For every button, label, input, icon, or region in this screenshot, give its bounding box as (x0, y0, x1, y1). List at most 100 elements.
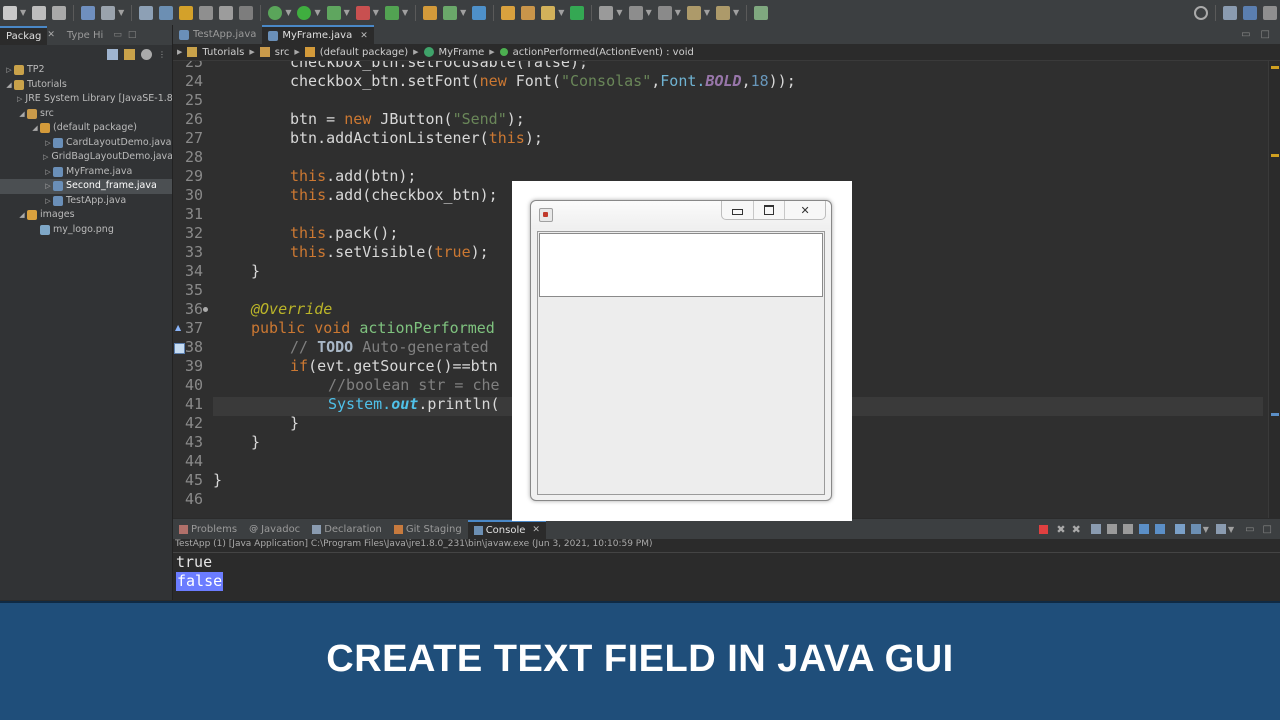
java-perspective-icon[interactable] (1243, 5, 1257, 20)
tree-item[interactable]: ▷ CardLayoutDemo.java (0, 136, 172, 151)
open-perspective-icon[interactable] (1223, 5, 1237, 20)
pin-console-icon[interactable] (1174, 524, 1185, 534)
tab-type-hierarchy[interactable]: Type Hi (61, 27, 109, 44)
tab-myframe[interactable]: MyFrame.java ✕ (262, 25, 374, 44)
external-tools-dropdown-icon[interactable]: ▼ (373, 8, 379, 17)
maximize-icon[interactable]: □ (128, 30, 137, 40)
forward-icon[interactable] (716, 5, 731, 20)
collapsed-arrow-icon[interactable]: ▷ (43, 150, 48, 165)
new-icon[interactable] (3, 5, 17, 20)
open-console-dropdown-icon[interactable]: ▼ (1228, 525, 1234, 534)
minimize-icon[interactable]: ▭ (1241, 29, 1250, 40)
breadcrumb-method[interactable]: actionPerformed(ActionEvent) : void (513, 47, 694, 58)
external-tools-icon[interactable] (355, 5, 370, 20)
tab-problems[interactable]: Problems (173, 521, 243, 538)
previous-annotation-icon[interactable] (628, 5, 643, 20)
previous-annotation-dropdown-icon[interactable]: ▼ (646, 8, 652, 17)
highlight-icon[interactable] (179, 5, 194, 20)
new-class-dropdown-icon[interactable]: ▼ (460, 8, 466, 17)
open-console-icon[interactable] (1215, 524, 1226, 534)
expanded-arrow-icon[interactable]: ◢ (30, 121, 40, 136)
tree-item[interactable]: ▷ TestApp.java (0, 194, 172, 209)
tab-git-staging[interactable]: Git Staging (388, 521, 468, 538)
back-dropdown-icon[interactable]: ▼ (704, 8, 710, 17)
tree-item[interactable]: ◢ (default package) (0, 121, 172, 136)
minimize-icon[interactable]: ▭ (1245, 524, 1254, 535)
display-console-icon[interactable] (1190, 524, 1201, 534)
editor-scrollbar[interactable] (1268, 61, 1280, 518)
debug-perspective-icon[interactable] (1263, 5, 1277, 20)
remove-launch-icon[interactable]: ✖ (1056, 523, 1065, 536)
tree-item[interactable]: my_logo.png (0, 223, 172, 238)
task-marker-icon[interactable] (174, 343, 185, 354)
open-type-icon[interactable] (472, 5, 487, 20)
terminal-icon[interactable] (81, 5, 96, 20)
console-output[interactable]: true false (173, 553, 1280, 600)
tree-item[interactable]: ▷ GridBagLayoutDemo.java (0, 150, 172, 165)
maximize-icon[interactable]: □ (1261, 29, 1270, 40)
save-all-icon[interactable] (52, 5, 67, 20)
debug-icon[interactable] (268, 5, 283, 20)
expanded-arrow-icon[interactable]: ◢ (17, 208, 27, 223)
display-console-dropdown-icon[interactable]: ▼ (1203, 525, 1209, 534)
expanded-arrow-icon[interactable]: ◢ (4, 78, 14, 93)
save-icon[interactable] (32, 5, 47, 20)
new-dropdown-icon[interactable]: ▼ (20, 8, 26, 17)
outline-dropdown-icon[interactable]: ▼ (118, 8, 124, 17)
tab-testapp[interactable]: TestApp.java (173, 26, 262, 43)
terminate-icon[interactable] (1039, 524, 1049, 534)
minimize-icon[interactable]: ▭ (113, 30, 122, 40)
close-button[interactable]: ✕ (785, 201, 825, 219)
text-field[interactable] (539, 233, 823, 297)
maximize-button[interactable] (754, 201, 786, 219)
coverage-dropdown-icon[interactable]: ▼ (344, 8, 350, 17)
word-wrap-icon[interactable] (1122, 524, 1133, 534)
java-cup-icon[interactable] (539, 208, 553, 222)
outline-icon[interactable] (101, 5, 116, 20)
remove-all-icon[interactable]: ✖ (1072, 523, 1081, 536)
debug-dropdown-icon[interactable]: ▼ (285, 8, 291, 17)
new-class-icon[interactable] (443, 5, 458, 20)
breadcrumb-project[interactable]: Tutorials (202, 47, 244, 58)
show-on-stdout-icon[interactable] (1138, 524, 1149, 534)
window-title-bar[interactable]: ✕ (531, 201, 831, 229)
run-dropdown-icon[interactable]: ▼ (314, 8, 320, 17)
green-box-icon[interactable] (570, 5, 585, 20)
next-annotation-icon[interactable] (599, 5, 614, 20)
tab-javadoc[interactable]: @ Javadoc (243, 521, 306, 538)
close-icon[interactable]: ✕ (532, 525, 540, 535)
view-menu-icon[interactable]: ⋮ (158, 50, 166, 59)
block-selection-icon[interactable] (199, 5, 214, 20)
clear-console-icon[interactable] (1090, 524, 1101, 534)
collapse-all-icon[interactable] (107, 48, 118, 60)
pin-editor-icon[interactable] (754, 5, 769, 20)
toggle-breadcrumb-icon[interactable] (139, 5, 154, 20)
tab-console[interactable]: Console ✕ (467, 519, 546, 539)
collapsed-arrow-icon[interactable]: ▷ (43, 136, 53, 151)
collapsed-arrow-icon[interactable]: ▷ (43, 165, 53, 180)
tree-item[interactable]: ◢ src (0, 107, 172, 122)
new-package-icon[interactable] (423, 5, 438, 20)
breadcrumb-src[interactable]: src (275, 47, 290, 58)
overview-marker[interactable] (1271, 66, 1279, 69)
close-icon[interactable]: ✕ (360, 31, 368, 41)
open-folder-icon[interactable] (501, 5, 516, 20)
tab-package-explorer[interactable]: Packag (0, 25, 48, 45)
expanded-arrow-icon[interactable]: ◢ (17, 107, 27, 122)
overview-marker[interactable] (1271, 154, 1279, 157)
run-icon[interactable] (297, 5, 312, 20)
back-icon[interactable] (686, 5, 701, 20)
tree-item[interactable]: ◢ Tutorials (0, 78, 172, 93)
search-icon[interactable] (1194, 5, 1208, 20)
collapsed-arrow-icon[interactable]: ▷ (43, 179, 53, 194)
last-edit-icon[interactable] (657, 5, 672, 20)
word-wrap-icon[interactable] (219, 5, 234, 20)
collapsed-arrow-icon[interactable]: ▷ (43, 194, 53, 209)
pencil-dropdown-icon[interactable]: ▼ (558, 8, 564, 17)
overview-marker[interactable] (1271, 413, 1279, 416)
next-annotation-dropdown-icon[interactable]: ▼ (616, 8, 622, 17)
tree-item[interactable]: ▷ JRE System Library [JavaSE-1.8 (0, 92, 172, 107)
swing-frame-window[interactable]: ✕ (530, 200, 832, 501)
tree-item[interactable]: ▷ TP2 (0, 63, 172, 78)
tree-item[interactable]: ▷ Second_frame.java (0, 179, 172, 194)
